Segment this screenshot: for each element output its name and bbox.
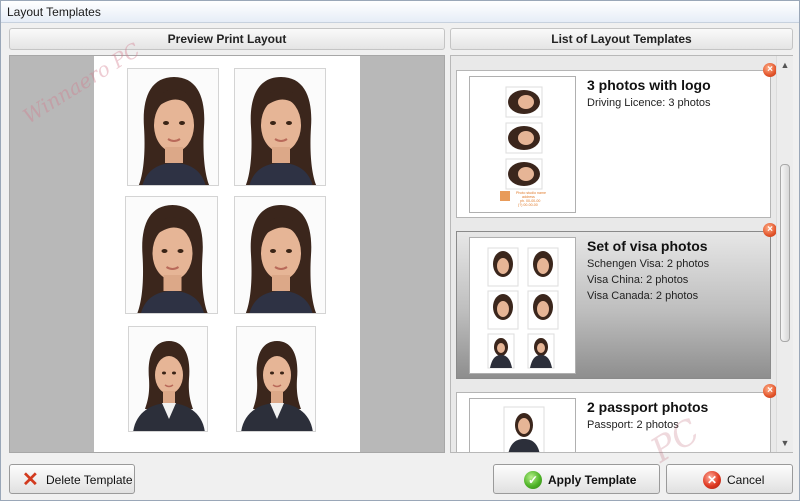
template-thumbnail bbox=[469, 398, 576, 452]
delete-x-icon: ✕ bbox=[22, 469, 39, 491]
portrait-image bbox=[138, 77, 210, 185]
template-thumbnail bbox=[469, 237, 576, 374]
layout-preview-image bbox=[487, 247, 559, 369]
template-list-scrollbar[interactable]: ▲ ▼ bbox=[776, 56, 793, 452]
apply-template-label: Apply Template bbox=[548, 473, 637, 487]
photo-china-2 bbox=[234, 196, 326, 314]
delete-template-button[interactable]: ✕ Delete Template bbox=[9, 464, 135, 494]
template-list: Photo studio name address ph. 00-00-00 (… bbox=[450, 55, 793, 453]
apply-template-button[interactable]: ✓ Apply Template bbox=[493, 464, 660, 494]
remove-template-icon[interactable]: × bbox=[763, 384, 777, 398]
delete-template-label: Delete Template bbox=[46, 473, 133, 487]
portrait-image bbox=[133, 341, 205, 431]
check-icon: ✓ bbox=[524, 471, 542, 489]
template-detail: Visa Canada: 2 photos bbox=[587, 290, 699, 302]
layout-preview-image bbox=[503, 406, 545, 452]
scrollbar-thumb[interactable] bbox=[780, 164, 790, 342]
template-title: 3 photos with logo bbox=[587, 77, 711, 93]
template-thumbnail: Photo studio name address ph. 00-00-00 (… bbox=[469, 76, 576, 213]
photo-canada-1 bbox=[128, 326, 208, 432]
layout-templates-window: Layout Templates Preview Print Layout Li… bbox=[0, 0, 800, 501]
preview-header: Preview Print Layout bbox=[9, 28, 445, 50]
template-detail: Driving Licence: 3 photos bbox=[587, 97, 711, 109]
remove-template-icon[interactable]: × bbox=[763, 223, 777, 237]
template-card-3-photos-with-logo[interactable]: Photo studio name address ph. 00-00-00 (… bbox=[456, 70, 771, 218]
preview-print-layout bbox=[9, 55, 445, 453]
template-card-set-of-visa-photos[interactable]: Set of visa photos Schengen Visa: 2 phot… bbox=[456, 231, 771, 379]
svg-text:(?) 00-00-00: (?) 00-00-00 bbox=[518, 203, 538, 207]
portrait-image bbox=[241, 341, 313, 431]
portrait-image bbox=[245, 205, 317, 313]
photo-canada-2 bbox=[236, 326, 316, 432]
window-title: Layout Templates bbox=[7, 5, 101, 19]
template-title: Set of visa photos bbox=[587, 238, 708, 254]
photo-china-1 bbox=[125, 196, 218, 314]
scroll-up-icon[interactable]: ▲ bbox=[777, 58, 793, 72]
remove-template-icon[interactable]: × bbox=[763, 63, 777, 77]
print-sheet bbox=[94, 56, 360, 452]
template-list-header: List of Layout Templates bbox=[450, 28, 793, 50]
photo-schengen-1 bbox=[127, 68, 219, 186]
template-title: 2 passport photos bbox=[587, 399, 709, 415]
template-detail: Visa China: 2 photos bbox=[587, 274, 689, 286]
template-detail: Schengen Visa: 2 photos bbox=[587, 258, 710, 270]
cancel-button[interactable]: ✕ Cancel bbox=[666, 464, 793, 494]
layout-preview-image: Photo studio name address ph. 00-00-00 (… bbox=[500, 86, 546, 207]
cancel-label: Cancel bbox=[727, 473, 765, 487]
cancel-x-icon: ✕ bbox=[703, 471, 721, 489]
title-bar: Layout Templates bbox=[1, 1, 799, 23]
scroll-down-icon[interactable]: ▼ bbox=[777, 436, 793, 450]
photo-schengen-2 bbox=[234, 68, 326, 186]
portrait-image bbox=[137, 205, 208, 313]
template-card-2-passport-photos[interactable]: 2 passport photos Passport: 2 photos bbox=[456, 392, 771, 452]
portrait-image bbox=[245, 77, 317, 185]
